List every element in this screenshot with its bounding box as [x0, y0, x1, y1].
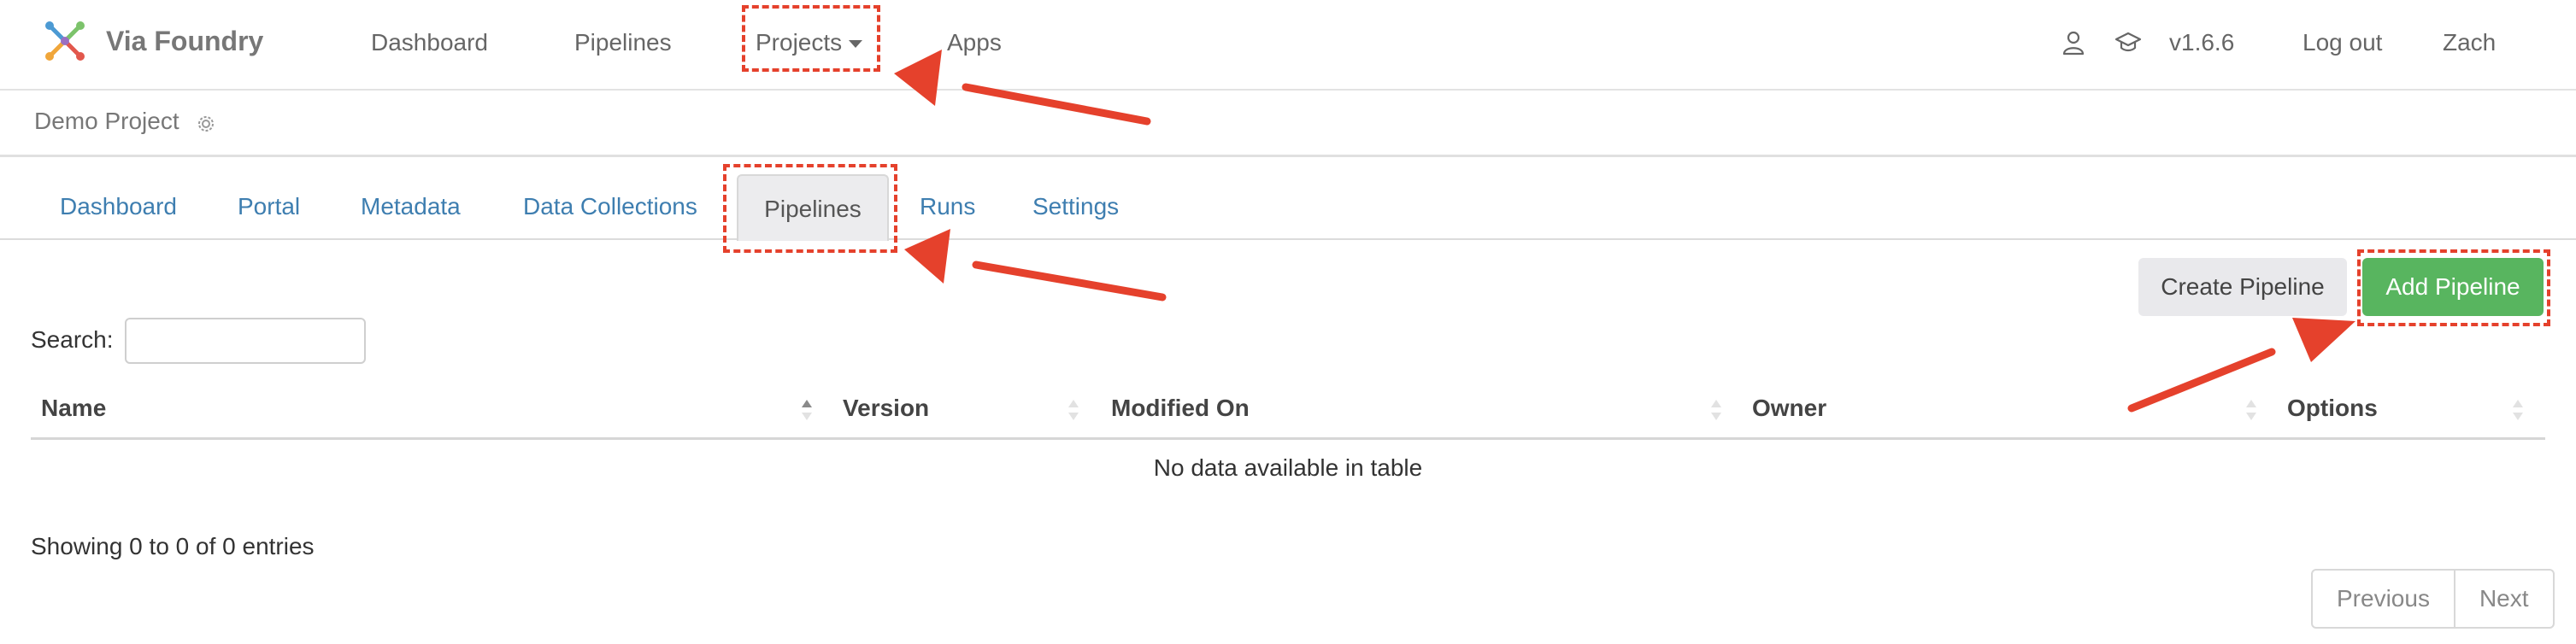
previous-button[interactable]: Previous — [2313, 571, 2454, 627]
tab-dashboard[interactable]: Dashboard — [60, 190, 177, 224]
column-header-owner[interactable]: Owner — [1752, 395, 1826, 422]
pagination: Previous Next — [2311, 569, 2555, 629]
tab-runs[interactable]: Runs — [920, 190, 975, 224]
nav-dashboard[interactable]: Dashboard — [371, 26, 488, 60]
logout-link[interactable]: Log out — [2303, 26, 2382, 60]
brand[interactable]: Via Foundry — [41, 17, 263, 65]
gear-icon[interactable] — [195, 113, 217, 135]
tab-portal[interactable]: Portal — [238, 190, 300, 224]
next-button[interactable]: Next — [2453, 571, 2553, 627]
tab-metadata[interactable]: Metadata — [361, 190, 461, 224]
column-header-modified-on[interactable]: Modified On — [1111, 395, 1250, 422]
brand-name: Via Foundry — [106, 25, 264, 56]
version-label: v1.6.6 — [2169, 29, 2235, 56]
highlight-projects — [742, 5, 880, 72]
column-header-options[interactable]: Options — [2287, 395, 2378, 422]
column-header-version[interactable]: Version — [843, 395, 929, 422]
highlight-add-pipeline — [2357, 249, 2550, 326]
table-info: Showing 0 to 0 of 0 entries — [31, 533, 315, 559]
project-title: Demo Project — [34, 108, 179, 134]
tab-settings[interactable]: Settings — [1032, 190, 1119, 224]
user-name[interactable]: Zach — [2443, 26, 2496, 60]
table-empty-message: No data available in table — [1153, 454, 1423, 481]
graduation-cap-icon[interactable] — [2114, 29, 2142, 56]
sort-icon[interactable] — [1067, 396, 1080, 424]
table-header-divider — [31, 437, 2545, 440]
sort-icon[interactable] — [1709, 396, 1723, 424]
sort-ascending-icon[interactable] — [800, 396, 814, 424]
via-foundry-logo-icon — [45, 21, 85, 61]
tabs-divider — [0, 238, 2576, 240]
create-pipeline-button[interactable]: Create Pipeline — [2138, 258, 2347, 316]
highlight-pipelines-tab — [723, 164, 897, 253]
tab-data-collections[interactable]: Data Collections — [523, 190, 697, 224]
top-navbar: Via Foundry Dashboard Pipelines Projects… — [0, 0, 2576, 91]
sort-icon[interactable] — [2244, 396, 2258, 424]
search-label: Search: — [31, 326, 114, 353]
sort-icon[interactable] — [2511, 396, 2525, 424]
user-icon[interactable] — [2060, 29, 2087, 56]
nav-apps[interactable]: Apps — [947, 26, 1002, 60]
search-input[interactable] — [125, 318, 366, 364]
nav-pipelines[interactable]: Pipelines — [574, 26, 672, 60]
column-header-name[interactable]: Name — [41, 395, 106, 422]
project-header: Demo Project — [0, 91, 2576, 157]
